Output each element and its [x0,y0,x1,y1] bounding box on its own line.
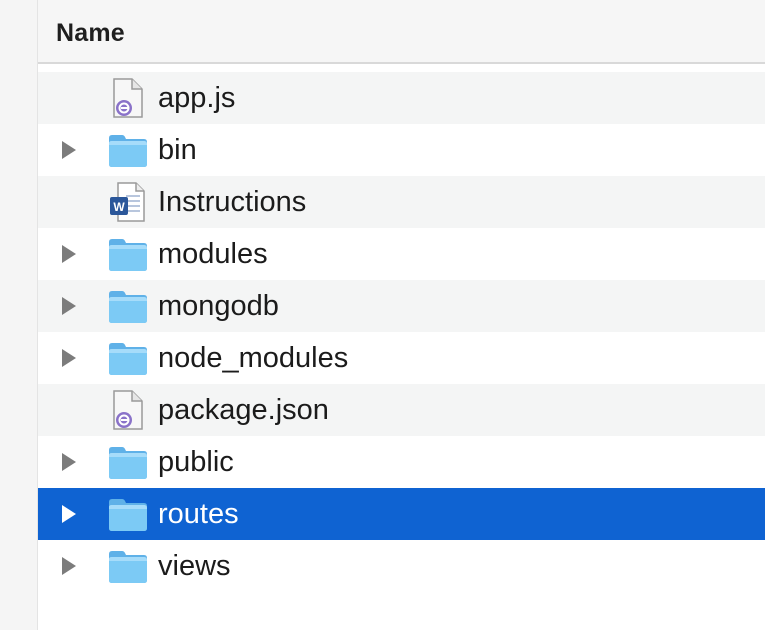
finder-list-view: Name app.js bin W Instructions modules m… [0,0,765,630]
file-name-label: routes [158,498,239,530]
disclosure-triangle-icon[interactable] [62,245,76,263]
file-row-app-js[interactable]: app.js [38,72,765,124]
svg-text:W: W [113,200,125,214]
file-name-label: modules [158,238,268,270]
file-row-bin[interactable]: bin [38,124,765,176]
file-row-node-modules[interactable]: node_modules [38,332,765,384]
disclosure-triangle-icon[interactable] [62,349,76,367]
column-header-name[interactable]: Name [38,0,765,64]
folder-icon [106,441,150,483]
file-name-label: public [158,446,234,478]
folder-icon [106,129,150,171]
column-header-label: Name [56,19,125,47]
js-document-icon [106,389,150,431]
file-row-views[interactable]: views [38,540,765,592]
file-row-routes[interactable]: routes [38,488,765,540]
folder-icon [106,285,150,327]
left-gutter [0,0,38,630]
file-row-instructions[interactable]: W Instructions [38,176,765,228]
file-list: app.js bin W Instructions modules mongod… [38,72,765,592]
file-name-label: views [158,550,231,582]
folder-icon [106,493,150,535]
file-name-label: package.json [158,394,329,426]
js-document-icon [106,77,150,119]
file-row-modules[interactable]: modules [38,228,765,280]
folder-icon [106,337,150,379]
file-name-label: Instructions [158,186,307,218]
disclosure-triangle-icon[interactable] [62,141,76,159]
file-row-public[interactable]: public [38,436,765,488]
file-row-package-json[interactable]: package.json [38,384,765,436]
word-document-icon: W [106,181,150,223]
disclosure-triangle-icon[interactable] [62,557,76,575]
disclosure-triangle-icon[interactable] [62,453,76,471]
file-name-label: mongodb [158,290,279,322]
file-name-label: node_modules [158,342,349,374]
file-name-label: app.js [158,82,236,114]
disclosure-triangle-icon[interactable] [62,505,76,523]
folder-icon [106,233,150,275]
file-name-label: bin [158,134,197,166]
file-row-mongodb[interactable]: mongodb [38,280,765,332]
folder-icon [106,545,150,587]
disclosure-triangle-icon[interactable] [62,297,76,315]
